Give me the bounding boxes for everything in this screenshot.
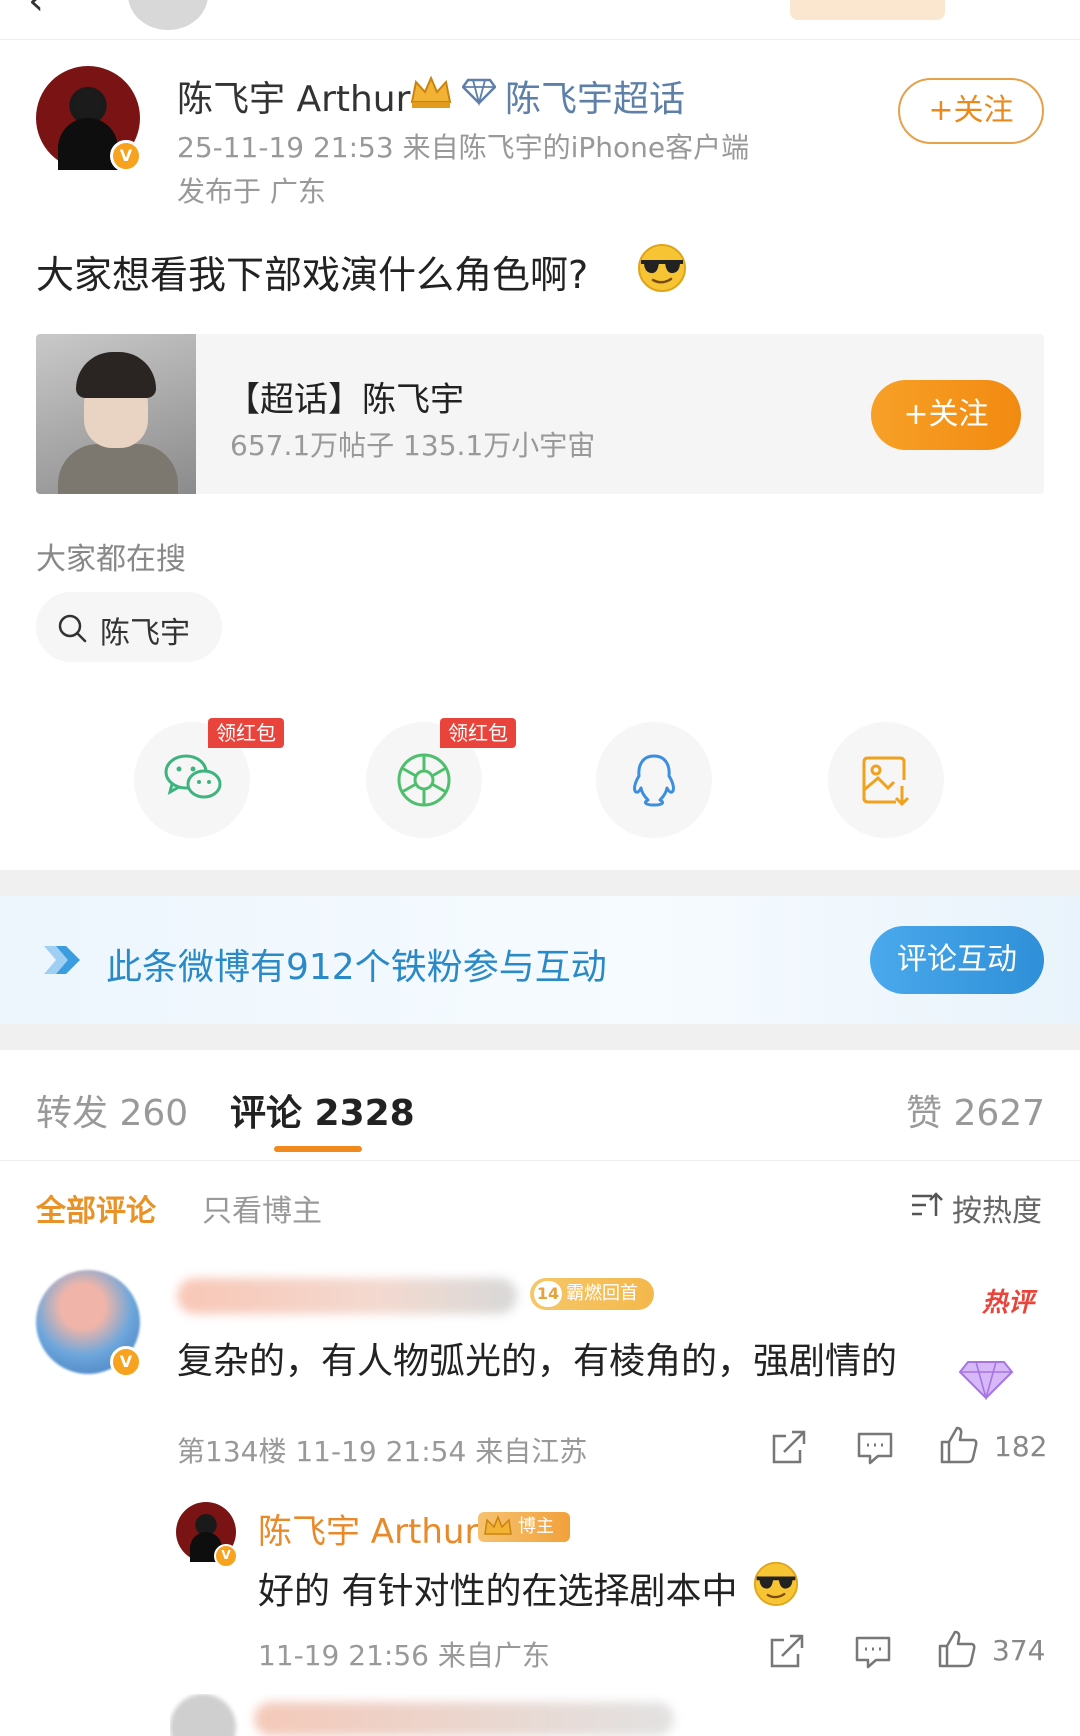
comment-icon[interactable] <box>854 1634 892 1670</box>
divider <box>0 1160 1080 1161</box>
supertopic-title: 【超话】陈飞宇 <box>226 380 464 420</box>
fan-interaction-banner: 此条微博有912个铁粉参与互动 评论互动 <box>0 896 1080 1024</box>
share-qq-button[interactable] <box>596 722 712 838</box>
next-comment-preview[interactable] <box>170 1694 690 1736</box>
author-name[interactable]: 陈飞宇 Arthur <box>177 70 410 122</box>
moments-icon <box>397 753 451 807</box>
diamond-icon <box>462 78 496 106</box>
sort-by-heat[interactable]: 按热度 <box>952 1186 1042 1230</box>
search-icon <box>58 614 87 643</box>
save-image-button[interactable] <box>828 722 944 838</box>
post-location: 发布于 广东 <box>177 175 326 208</box>
commenter-avatar <box>170 1694 236 1736</box>
like-count: 182 <box>994 1430 1048 1463</box>
tab-comments[interactable]: 评论 2328 <box>230 1084 415 1136</box>
owner-badge: 博主 <box>478 1512 570 1542</box>
share-icon[interactable] <box>768 1634 806 1670</box>
sunglasses-emoji-icon <box>638 244 686 292</box>
verified-badge-icon: V <box>214 1544 238 1568</box>
tab-repost[interactable]: 转发 260 <box>36 1084 188 1136</box>
reply-author-name[interactable]: 陈飞宇 Arthur <box>258 1504 478 1553</box>
like-icon[interactable] <box>936 1628 978 1670</box>
save-image-icon <box>862 756 910 807</box>
sort-icon[interactable] <box>910 1190 944 1220</box>
reply-text: 好的 有针对性的在选择剧本中 <box>258 1571 738 1612</box>
gem-decoration-icon <box>958 1361 1014 1400</box>
qq-icon <box>633 754 675 807</box>
header-follow-button[interactable] <box>790 0 945 20</box>
filter-all-comments[interactable]: 全部评论 <box>36 1186 156 1230</box>
supertopic-link[interactable]: 陈飞宇超话 <box>505 70 685 122</box>
search-chip-label: 陈飞宇 <box>100 616 190 651</box>
redpacket-tag: 领红包 <box>208 718 284 748</box>
owner-badge-label: 博主 <box>518 1516 554 1537</box>
active-tab-indicator <box>274 1146 362 1152</box>
supertopic-card[interactable]: 【超话】陈飞宇 657.1万帖子 135.1万小宇宙 +关注 <box>36 334 1044 494</box>
comment-icon[interactable] <box>856 1430 894 1466</box>
follow-supertopic-button[interactable]: +关注 <box>871 380 1021 450</box>
wechat-icon <box>164 754 222 799</box>
fan-interaction-text: 此条微博有912个铁粉参与互动 <box>106 947 607 988</box>
share-icon[interactable] <box>770 1430 808 1466</box>
post-time-source: 25-11-19 21:53 来自陈飞宇的iPhone客户端 <box>177 131 750 164</box>
verified-badge-icon: V <box>110 140 142 172</box>
comment-interact-button[interactable]: 评论互动 <box>870 926 1044 994</box>
section-divider <box>0 1024 1080 1050</box>
supertopic-thumbnail <box>36 334 196 494</box>
commenter-name-blurred[interactable] <box>177 1278 517 1314</box>
hot-comment-tag: 热评 <box>982 1288 1035 1318</box>
fan-arrow-icon <box>44 946 80 974</box>
filter-owner-only[interactable]: 只看博主 <box>202 1186 322 1230</box>
like-count: 374 <box>992 1634 1046 1667</box>
top-bar: ‹ <box>0 0 1080 40</box>
tab-likes[interactable]: 赞 2627 <box>906 1084 1045 1136</box>
header-avatar[interactable] <box>128 0 208 30</box>
verified-badge-icon: V <box>110 1346 142 1378</box>
fan-medal-level: 14 <box>534 1281 562 1307</box>
fan-medal-badge: 14 霸燃回首 <box>530 1278 654 1310</box>
supertopic-stats: 657.1万帖子 135.1万小宇宙 <box>230 429 596 462</box>
search-chip[interactable]: 陈飞宇 <box>36 592 222 662</box>
crown-icon <box>410 75 452 108</box>
follow-author-button[interactable]: +关注 <box>898 78 1044 144</box>
fan-medal-text: 霸燃回首 <box>566 1283 638 1304</box>
like-icon[interactable] <box>938 1424 980 1466</box>
post-text: 大家想看我下部戏演什么角色啊? <box>36 253 589 297</box>
commenter-name-blurred <box>254 1702 674 1736</box>
comment-text: 复杂的，有人物弧光的，有棱角的，强剧情的 <box>177 1341 898 1382</box>
sunglasses-emoji-icon <box>753 1561 799 1606</box>
reply-meta: 11-19 21:56 来自广东 <box>258 1639 550 1672</box>
comment-meta: 第134楼 11-19 21:54 来自江苏 <box>177 1435 588 1468</box>
crown-icon <box>484 1514 512 1535</box>
trending-search-label: 大家都在搜 <box>36 542 186 577</box>
section-divider <box>0 870 1080 896</box>
back-icon[interactable]: ‹ <box>28 0 44 24</box>
redpacket-tag: 领红包 <box>440 718 516 748</box>
